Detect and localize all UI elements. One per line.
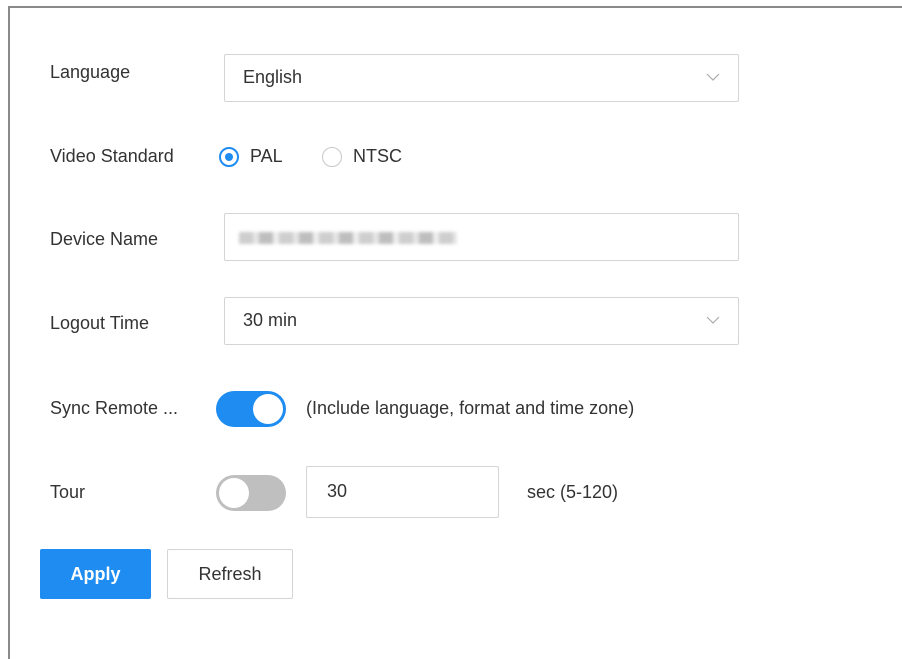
sync-remote-label: Sync Remote ... xyxy=(50,398,179,418)
toggle-knob xyxy=(219,478,249,508)
tour-toggle[interactable] xyxy=(216,475,286,511)
video-standard-label: Video Standard xyxy=(50,146,174,166)
tour-interval-range: sec (5-120) xyxy=(527,482,619,502)
language-value: English xyxy=(243,67,303,87)
radio-pal[interactable] xyxy=(219,147,239,167)
chevron-down-icon xyxy=(706,73,720,81)
radio-ntsc-label: NTSC xyxy=(353,146,402,166)
sync-remote-toggle[interactable] xyxy=(216,391,286,427)
refresh-button[interactable]: Refresh xyxy=(167,549,293,599)
radio-pal-label: PAL xyxy=(250,146,283,166)
logout-time-value: 30 min xyxy=(243,310,298,330)
sync-remote-hint: (Include language, format and time zone) xyxy=(306,398,635,418)
language-label: Language xyxy=(50,62,131,82)
radio-ntsc[interactable] xyxy=(322,147,342,167)
apply-button[interactable]: Apply xyxy=(40,549,151,599)
device-name-input[interactable] xyxy=(224,213,739,261)
settings-panel: Language English Video Standard PAL NTSC… xyxy=(8,6,902,659)
toggle-knob xyxy=(253,394,283,424)
device-name-obscured-value xyxy=(239,232,457,244)
tour-interval-input[interactable]: 30 xyxy=(306,466,499,518)
tour-label: Tour xyxy=(50,482,86,502)
tour-interval-value: 30 xyxy=(327,481,348,501)
logout-time-select[interactable]: 30 min xyxy=(224,297,739,345)
language-select[interactable]: English xyxy=(224,54,739,102)
device-name-label: Device Name xyxy=(50,229,159,249)
chevron-down-icon xyxy=(706,316,720,324)
logout-time-label: Logout Time xyxy=(50,313,150,333)
